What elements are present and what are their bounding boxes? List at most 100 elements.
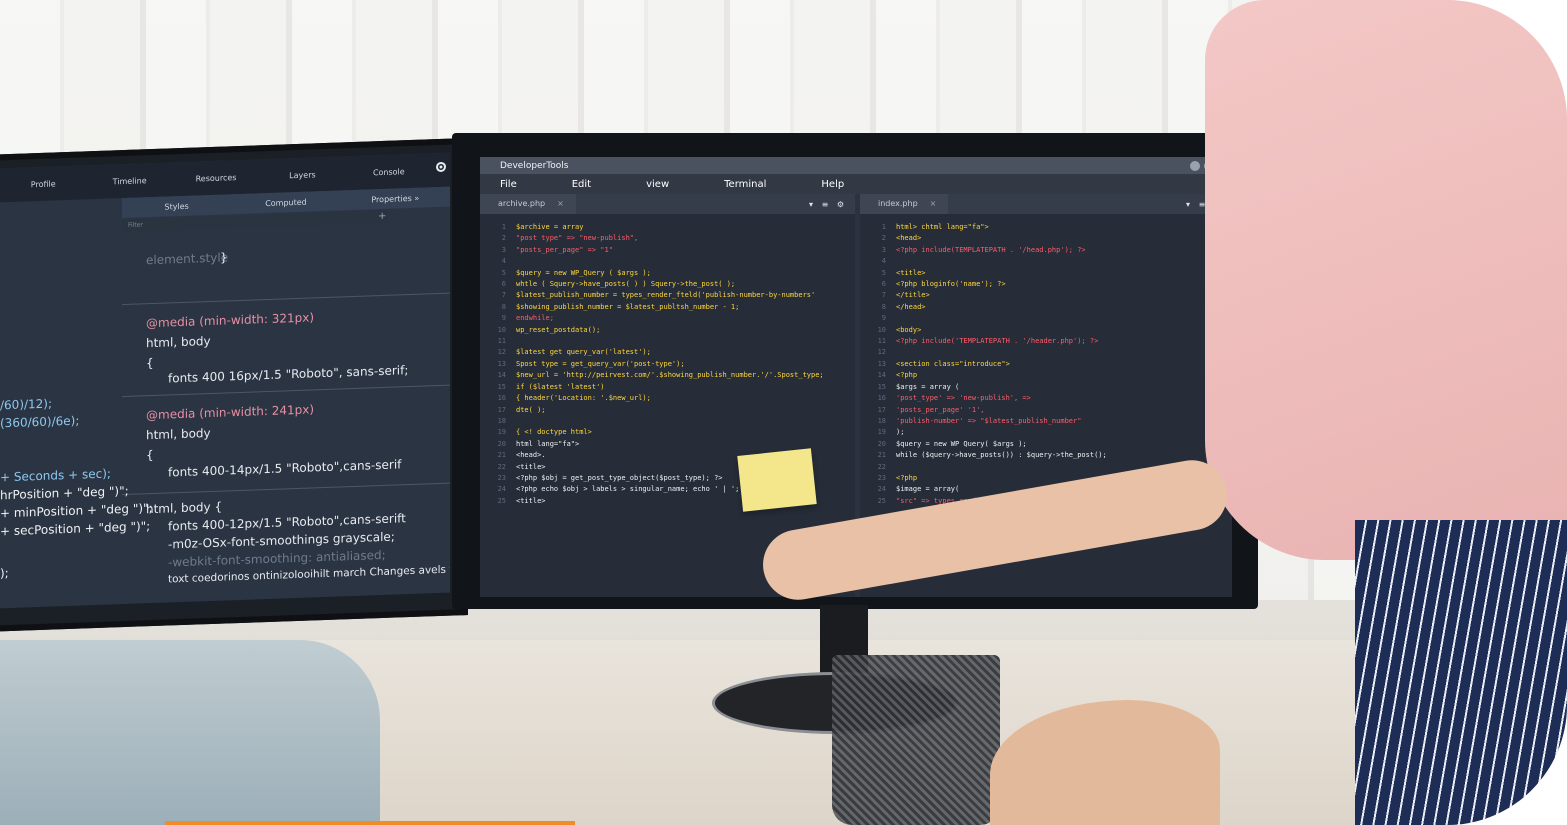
- rule-line: html, body: [146, 333, 211, 351]
- code-line: 13 Spost type = get_query_var('post-type'…: [480, 359, 855, 370]
- menu-edit: Edit: [571, 178, 592, 190]
- line-number: 6: [501, 280, 506, 289]
- line-number: 23: [497, 473, 506, 482]
- code-text: $query = new WP_Query ( $args );: [516, 268, 651, 277]
- code-line: 16 'post_type' => 'new-publish', =>: [860, 393, 1232, 404]
- line-number: 7: [881, 291, 886, 300]
- code-text: <?php echo $obj > labels > singular_name…: [516, 485, 778, 494]
- left-monitor: Profile Timeline Resources Layers Consol…: [0, 138, 468, 632]
- code-line: 8 </head>: [860, 302, 1232, 313]
- line-number: 24: [497, 485, 506, 494]
- tab-console: Console: [372, 166, 405, 177]
- rule-line: @media (min-width: 321px): [146, 310, 315, 331]
- window-title: DeveloperTools: [500, 160, 569, 171]
- line-number: 18: [497, 416, 506, 425]
- code-text: dte( );: [516, 405, 546, 414]
- editor-tools: ▾ ≡ ⚙: [809, 199, 847, 209]
- line-number: 11: [497, 337, 506, 346]
- code-text: <?php: [896, 473, 918, 482]
- editor-tabbar: archive.php × ▾ ≡ ⚙: [480, 194, 855, 214]
- file-tab: index.php ×: [860, 194, 949, 214]
- code-line: 7 </title>: [860, 290, 1232, 301]
- line-number: 17: [877, 405, 886, 414]
- line-number: 8: [501, 302, 506, 311]
- code-text: if ($latest 'latest'): [516, 382, 605, 391]
- code-line: 10 wp_reset_postdata();: [480, 325, 855, 336]
- foreground-blur: [0, 640, 380, 825]
- line-number: 6: [881, 280, 886, 289]
- code-text: "posts_per_page" => "1": [516, 245, 613, 254]
- line-number: 12: [877, 348, 886, 357]
- rule-line: html, body: [146, 425, 211, 443]
- code-text: 'post_type' => 'new-publish', =>: [896, 394, 1031, 403]
- code-text: wp_reset_postdata();: [516, 325, 601, 334]
- line-number: 21: [877, 451, 886, 460]
- menu-bar: File Edit view Terminal Help: [480, 174, 1232, 194]
- code-line: 6 whtle ( Squery->have_posts( ) ) Squery-…: [480, 279, 855, 290]
- tab-properties: Properties »: [371, 193, 420, 204]
- line-number: 23: [877, 473, 886, 482]
- code-text: $archive = array: [516, 223, 584, 231]
- left-screen: Profile Timeline Resources Layers Consol…: [0, 152, 450, 609]
- rule-line: element.style: [146, 250, 229, 268]
- style-rule-3: @media (min-width: 241px) html, body { f…: [122, 384, 450, 494]
- line-number: 21: [497, 451, 506, 460]
- line-number: 17: [497, 405, 506, 414]
- file-tab: archive.php ×: [480, 194, 576, 214]
- code-line: 14 <?php: [860, 370, 1232, 381]
- line-number: 8: [881, 302, 886, 311]
- code-line: );: [0, 566, 9, 581]
- office-photo: Profile Timeline Resources Layers Consol…: [0, 0, 1567, 825]
- style-rule-4: html, body { fonts 400-12px/1.5 "Roboto"…: [122, 482, 450, 606]
- code-text: <?php bloginfo('name'); ?>: [896, 280, 1006, 289]
- code-text: $latest_publish_number = types_render_ft…: [516, 291, 816, 300]
- line-number: 4: [501, 257, 506, 266]
- code-line: 1 html> chtml lang="fa">: [860, 222, 1232, 233]
- tab-timeline: Timeline: [112, 175, 147, 186]
- code-line: 19 { <! doctype html>: [480, 427, 855, 438]
- code-line: hrPosition + "deg ")";: [0, 483, 129, 503]
- line-number: 11: [877, 337, 886, 346]
- menu-file: File: [500, 178, 517, 190]
- code-text: "post type" => "new-publish",: [516, 234, 639, 243]
- code-text: endwhile;: [516, 314, 554, 323]
- rule-line: html, body {: [146, 499, 223, 517]
- code-text: </head>: [896, 302, 926, 311]
- code-line: 14 $new_url = 'http://peirvest.com/'.$sho…: [480, 370, 855, 381]
- line-number: 7: [501, 291, 506, 300]
- code-text: <?php include('TEMPLATEPATH . '/header.p…: [896, 337, 1099, 346]
- code-line: /60)/12);: [0, 396, 53, 413]
- line-number: 14: [877, 371, 886, 380]
- close-tab-icon: ×: [557, 199, 564, 208]
- code-line: 5 <title>: [860, 268, 1232, 279]
- line-number: 4: [881, 257, 886, 266]
- line-number: 3: [501, 245, 506, 254]
- code-line: 13 <section class="introduce">: [860, 359, 1232, 370]
- code-line: 15 if ($latest 'latest'): [480, 382, 855, 393]
- minimize-icon: [1190, 160, 1200, 171]
- line-number: 24: [877, 485, 886, 494]
- code-text: <?php: [896, 371, 918, 380]
- code-text: <body>: [896, 325, 922, 334]
- code-line: 5 $query = new WP_Query ( $args );: [480, 268, 855, 279]
- code-line: 17 dte( );: [480, 405, 855, 416]
- style-rule-1: element.style }: [122, 225, 450, 304]
- code-text: 'publish-number' => "$latest_publish_num…: [896, 416, 1082, 425]
- code-text: <?php $obj = get_post_type_object($post_…: [516, 473, 723, 482]
- editor-tabbar: index.php× ▾ ≡ ⚙: [860, 194, 1232, 214]
- line-number: 10: [497, 325, 506, 334]
- tab-styles: Styles: [164, 201, 189, 212]
- code-text: { header('Location: '.$new_url);: [516, 394, 651, 403]
- line-number: 25: [497, 496, 506, 505]
- code-text: <head>: [896, 234, 922, 243]
- code-line: 6 <?php bloginfo('name'); ?>: [860, 279, 1232, 290]
- code-text: );: [896, 428, 905, 437]
- menu-help: Help: [821, 178, 845, 190]
- file-tab-label: archive.php: [498, 199, 546, 208]
- line-number: 22: [497, 462, 506, 471]
- line-number: 15: [497, 382, 506, 391]
- code-text: </title>: [896, 291, 930, 300]
- code-text: <head>.: [516, 451, 546, 460]
- code-text: $query = new WP Query( $args );: [896, 439, 1027, 448]
- line-number: 22: [877, 462, 886, 471]
